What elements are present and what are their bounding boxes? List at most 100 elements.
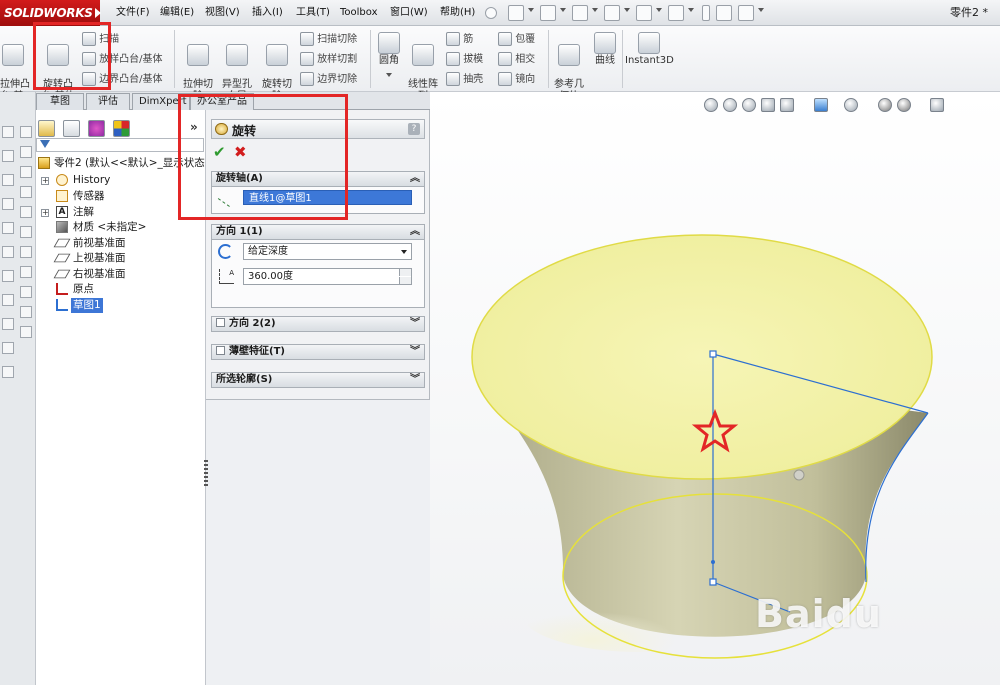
shell-button[interactable]: 抽壳: [446, 72, 483, 86]
strip-tool-icon[interactable]: [2, 270, 14, 282]
revolve-angle-input[interactable]: 360.00度: [243, 268, 412, 285]
direction2-group-header[interactable]: 方向 2(2) ︾: [211, 316, 425, 332]
expand-icon[interactable]: +: [41, 209, 49, 217]
reverse-direction-icon[interactable]: [218, 244, 233, 259]
mirror-button[interactable]: 镜向: [498, 72, 535, 86]
thin-feature-group-header[interactable]: 薄壁特征(T) ︾: [211, 344, 425, 360]
collapse-chevron-icon[interactable]: ︽: [410, 225, 420, 239]
print-icon[interactable]: [604, 5, 620, 21]
intersect-button[interactable]: 相交: [498, 52, 535, 66]
new-dropdown-icon[interactable]: [528, 8, 534, 12]
boundary-cut-button[interactable]: 边界切除: [300, 72, 357, 86]
strip-tool-icon[interactable]: [2, 318, 14, 330]
strip-tool-icon[interactable]: [2, 366, 14, 378]
collapse-panel-icon[interactable]: »: [190, 120, 198, 134]
loft-boss-button[interactable]: 放样凸台/基体: [82, 52, 163, 66]
model-viewport[interactable]: [430, 92, 1000, 685]
menu-edit[interactable]: 编辑(E): [160, 0, 194, 26]
curves-button[interactable]: 曲线: [590, 32, 620, 67]
strip-tool-icon[interactable]: [20, 226, 32, 238]
instant3d-button[interactable]: Instant3D: [625, 32, 674, 67]
appearance-tab-icon[interactable]: [113, 120, 130, 137]
open-dropdown-icon[interactable]: [560, 8, 566, 12]
panel-splitter[interactable]: [204, 460, 208, 486]
tree-filter[interactable]: [36, 138, 204, 152]
file-properties-icon[interactable]: [716, 5, 732, 21]
sketch-point-bottom[interactable]: [709, 578, 717, 586]
fillet-button[interactable]: 圆角: [374, 32, 404, 77]
lofted-cut-button[interactable]: 放样切割: [300, 52, 357, 66]
tree-item-annotations[interactable]: + A 注解: [38, 205, 198, 220]
tree-item-origin[interactable]: 原点: [38, 282, 198, 297]
sweep-button[interactable]: 扫描: [82, 32, 119, 46]
top-face[interactable]: [471, 234, 933, 480]
cancel-button[interactable]: ✖: [234, 143, 247, 161]
revolve-type-select[interactable]: 给定深度: [243, 243, 412, 260]
expand-chevron-icon[interactable]: ︾: [410, 317, 420, 331]
axis-selection-field[interactable]: 直线1@草图1: [243, 190, 412, 205]
strip-tool-icon[interactable]: [20, 146, 32, 158]
ok-button[interactable]: ✔: [213, 143, 226, 161]
menu-view[interactable]: 视图(V): [205, 0, 240, 26]
pin-icon[interactable]: [485, 7, 497, 19]
expand-chevron-icon[interactable]: ︾: [410, 373, 420, 387]
thin-feature-checkbox[interactable]: [216, 346, 225, 355]
strip-tool-icon[interactable]: [20, 186, 32, 198]
help-button[interactable]: ?: [408, 123, 420, 135]
options-icon[interactable]: [738, 5, 754, 21]
save-icon[interactable]: [572, 5, 588, 21]
strip-tool-icon[interactable]: [2, 150, 14, 162]
select-dropdown-icon[interactable]: [688, 8, 694, 12]
print-dropdown-icon[interactable]: [624, 8, 630, 12]
tab-evaluate[interactable]: 评估: [86, 93, 130, 110]
strip-tool-icon[interactable]: [20, 206, 32, 218]
wrap-button[interactable]: 包覆: [498, 32, 535, 46]
undo-icon[interactable]: [636, 5, 652, 21]
strip-tool-icon[interactable]: [2, 294, 14, 306]
strip-tool-icon[interactable]: [2, 246, 14, 258]
tree-item-sketch1[interactable]: 草图1: [38, 298, 198, 313]
open-icon[interactable]: [540, 5, 556, 21]
menu-file[interactable]: 文件(F): [116, 0, 150, 26]
direction2-checkbox[interactable]: [216, 318, 225, 327]
strip-tool-icon[interactable]: [20, 306, 32, 318]
feature-manager-tab-icon[interactable]: [38, 120, 55, 137]
strip-tool-icon[interactable]: [20, 246, 32, 258]
boundary-boss-button[interactable]: 边界凸台/基体: [82, 72, 163, 86]
expand-icon[interactable]: +: [41, 177, 49, 185]
direction1-group-header[interactable]: 方向 1(1) ︽: [211, 224, 425, 240]
strip-tool-icon[interactable]: [20, 266, 32, 278]
strip-tool-icon[interactable]: [2, 342, 14, 354]
strip-tool-icon[interactable]: [2, 174, 14, 186]
new-document-icon[interactable]: [508, 5, 524, 21]
rebuild-icon[interactable]: [702, 5, 710, 21]
strip-tool-icon[interactable]: [20, 166, 32, 178]
logo-arrow-icon[interactable]: [95, 8, 101, 18]
undo-dropdown-icon[interactable]: [656, 8, 662, 12]
axis-group-header[interactable]: 旋转轴(A) ︽: [211, 171, 425, 187]
strip-tool-icon[interactable]: [2, 222, 14, 234]
spin-down-icon[interactable]: [399, 277, 411, 284]
tree-item-history[interactable]: + History: [38, 173, 198, 188]
options-dropdown-icon[interactable]: [758, 8, 764, 12]
collapse-chevron-icon[interactable]: ︽: [410, 172, 420, 186]
tab-dimxpert[interactable]: DimXpert: [132, 93, 190, 110]
strip-tool-icon[interactable]: [2, 126, 14, 138]
menu-help[interactable]: 帮助(H): [440, 0, 475, 26]
solidworks-logo[interactable]: SOLIDWORKS: [0, 0, 100, 26]
sketch-point-top[interactable]: [709, 350, 717, 358]
strip-tool-icon[interactable]: [20, 286, 32, 298]
graphics-area[interactable]: Baidu: [430, 92, 1000, 685]
draft-button[interactable]: 拔模: [446, 52, 483, 66]
swept-cut-button[interactable]: 扫描切除: [300, 32, 357, 46]
fillet-dropdown-icon[interactable]: [386, 73, 392, 77]
strip-tool-icon[interactable]: [20, 326, 32, 338]
menu-window[interactable]: 窗口(W): [390, 0, 428, 26]
strip-tool-icon[interactable]: [20, 126, 32, 138]
strip-tool-icon[interactable]: [2, 198, 14, 210]
tab-office-products[interactable]: 办公室产品: [190, 93, 254, 110]
menu-tools[interactable]: 工具(T): [296, 0, 330, 26]
menu-insert[interactable]: 插入(I): [252, 0, 283, 26]
tree-item-right-plane[interactable]: 右视基准面: [38, 267, 198, 282]
rib-button[interactable]: 筋: [446, 32, 473, 46]
